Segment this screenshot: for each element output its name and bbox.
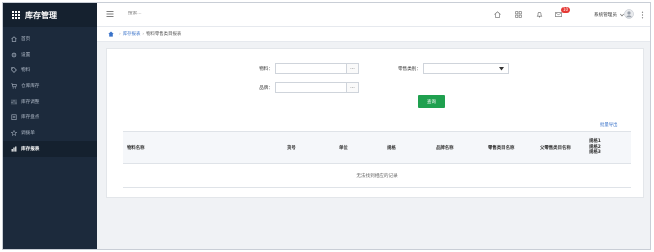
search-button[interactable]: 查询: [418, 95, 445, 108]
column-header-specs[interactable]: 规格1 规格2 规格3: [585, 132, 631, 164]
breadcrumb: › 库存报表 › 物料零售类目报表: [97, 27, 650, 42]
home-icon[interactable]: [108, 31, 114, 37]
column-header[interactable]: 货号: [283, 132, 335, 164]
sidebar-item-settings[interactable]: 设置: [3, 47, 97, 63]
caret-down-icon: [499, 67, 504, 71]
brand-input[interactable]: [275, 82, 347, 93]
material-input[interactable]: [275, 63, 347, 74]
sidebar-item-label: 库存报表: [21, 146, 40, 152]
sidebar-item-stock-adjust[interactable]: 库存调整: [3, 94, 97, 110]
retail-category-label: 零售类别：: [398, 67, 421, 72]
home-outline-icon: [11, 36, 17, 42]
sidebar-item-warehouse-stock[interactable]: 仓库库存: [3, 78, 97, 94]
sliders-icon: [11, 99, 17, 105]
sidebar-item-label: 库存盘点: [21, 115, 40, 121]
app-window: 库存管理 首页 设置 物料 仓库库存 库存调整 库存盘点 调拨单 库存报表 搜索…: [2, 2, 651, 250]
brand-label: 品牌：: [259, 86, 273, 91]
report-card: 物料： ··· 品牌： ··· 零售类别： 查询 批量导出 物料名称 货号 单位…: [106, 48, 644, 198]
sidebar-item-home[interactable]: 首页: [3, 31, 97, 47]
sidebar-item-label: 首页: [21, 36, 31, 42]
bar-chart-icon: [11, 146, 17, 152]
column-header[interactable]: 规格: [383, 132, 432, 164]
report-table: 物料名称 货号 单位 规格 品牌名称 零售类目名称 父零售类目名称 规格1 规格…: [123, 131, 631, 188]
batch-export-link[interactable]: 批量导出: [600, 122, 618, 128]
star-icon: [11, 129, 17, 136]
breadcrumb-separator: ›: [142, 31, 145, 37]
grid-icon: [12, 11, 20, 19]
sidebar-nav: 首页 设置 物料 仓库库存 库存调整 库存盘点 调拨单 库存报表: [3, 27, 97, 157]
sidebar-item-label: 库存调整: [21, 99, 40, 105]
app-brand[interactable]: 库存管理: [3, 3, 97, 27]
bell-icon[interactable]: [536, 11, 543, 18]
breadcrumb-parent-link[interactable]: 库存报表: [123, 31, 141, 37]
cart-icon: [11, 83, 17, 89]
app-title: 库存管理: [25, 10, 57, 20]
top-header: 10 系统管理员: [97, 3, 650, 27]
brand-picker-button[interactable]: ···: [346, 82, 359, 93]
notification-badge: 10: [561, 7, 571, 13]
retail-category-select[interactable]: [423, 63, 509, 74]
header-search-input[interactable]: [128, 11, 208, 16]
sidebar-item-label: 物料: [21, 68, 31, 74]
sidebar: 库存管理 首页 设置 物料 仓库库存 库存调整 库存盘点 调拨单 库存报表: [3, 3, 97, 249]
empty-message: 无法找到相应的记录: [356, 173, 398, 179]
breadcrumb-current: 物料零售类目报表: [146, 32, 182, 37]
home-icon[interactable]: [494, 11, 501, 18]
sidebar-item-material[interactable]: 物料: [3, 62, 97, 78]
column-header[interactable]: 父零售类目名称: [536, 132, 585, 164]
table-header-row: 物料名称 货号 单位 规格 品牌名称 零售类目名称 父零售类目名称 规格1 规格…: [123, 131, 631, 164]
sidebar-item-stocktake[interactable]: 库存盘点: [3, 109, 97, 125]
column-header[interactable]: 品牌名称: [432, 132, 484, 164]
sidebar-item-stock-report[interactable]: 库存报表: [3, 140, 97, 157]
hamburger-menu-icon[interactable]: [106, 10, 114, 18]
column-header[interactable]: 物料名称: [123, 132, 283, 164]
sidebar-item-label: 仓库库存: [21, 83, 40, 89]
sidebar-item-label: 设置: [21, 52, 31, 58]
sidebar-item-label: 调拨单: [21, 130, 35, 136]
sidebar-item-transfer[interactable]: 调拨单: [3, 125, 97, 141]
spec-label: 规格3: [589, 150, 601, 156]
column-header[interactable]: 零售类目名称: [484, 132, 536, 164]
avatar-icon[interactable]: [624, 9, 634, 19]
gear-icon: [11, 52, 17, 57]
clipboard-icon: [11, 114, 17, 121]
more-vertical-icon[interactable]: [641, 11, 644, 19]
breadcrumb-separator: ›: [119, 31, 121, 37]
material-label: 物料：: [259, 67, 273, 72]
grid-apps-icon[interactable]: [515, 11, 522, 18]
table-empty-row: 无法找到相应的记录: [123, 164, 631, 188]
column-header[interactable]: 单位: [335, 132, 383, 164]
tag-icon: [11, 67, 17, 74]
material-picker-button[interactable]: ···: [346, 63, 359, 74]
user-name[interactable]: 系统管理员: [594, 12, 617, 18]
